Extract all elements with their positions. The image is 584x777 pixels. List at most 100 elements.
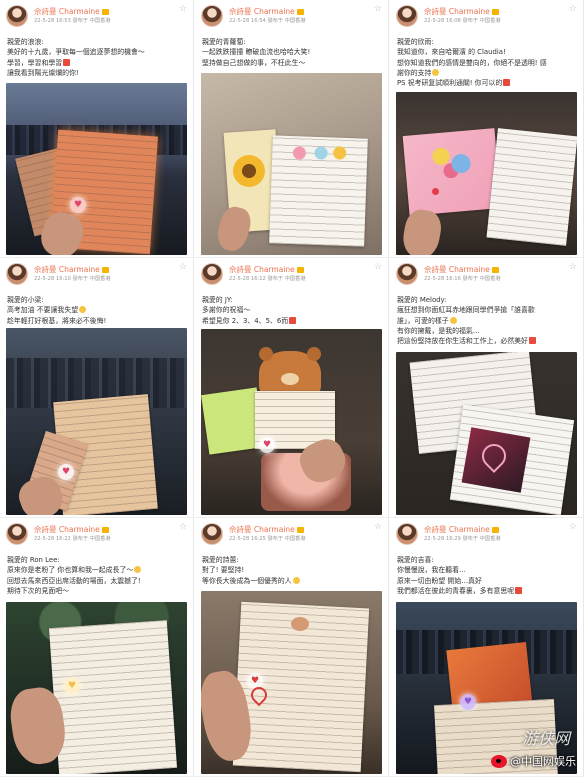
text-line: 回想去馬來西亞出席活動的場面，太震撼了! bbox=[7, 576, 141, 585]
avatar[interactable] bbox=[201, 5, 223, 27]
author-name[interactable]: 佘詩曼 Charmaine bbox=[34, 6, 109, 17]
star-icon[interactable]: ☆ bbox=[179, 4, 187, 14]
crown-icon bbox=[296, 267, 304, 273]
post-text: 親愛的吉喜: 你慢慢說，我在聽着… 原來一切由盼望 開始…真好 我們都活在彼此的… bbox=[397, 555, 577, 596]
post-meta: 22-5-28 16:10 發布于 中国香港 bbox=[34, 276, 111, 282]
text-line: 美好的十九歲，爭取每一個追逐夢想的機會～ bbox=[7, 48, 145, 57]
post-photo[interactable]: ♥ bbox=[6, 328, 187, 515]
weibo-post-4[interactable]: 佘詩曼 Charmaine 22-5-28 16:10 發布于 中国香港 ☆ 親… bbox=[0, 258, 194, 518]
post-text: 親愛的欣雨: 我知道你，來自哈爾濱 的 Claudia! 想你知道我們的感情是雙… bbox=[397, 37, 577, 88]
letter-card bbox=[48, 620, 178, 774]
text-line: PS 祝考研复試順利通關! 你可以的 bbox=[397, 78, 577, 88]
post-meta: 22-5-28 16:54 發布于 中国香港 bbox=[229, 18, 306, 24]
text-line: 多謝你的祝福～ bbox=[202, 306, 251, 315]
weibo-post-3[interactable]: 佘詩曼 Charmaine 22-5-28 16:08 發布于 中国香港 ☆ 親… bbox=[390, 0, 584, 258]
weibo-post-8[interactable]: 佘詩曼 Charmaine 22-5-28 16:25 發布于 中国香港 ☆ 親… bbox=[195, 518, 389, 777]
text-line: 親愛的欣雨: bbox=[397, 38, 434, 46]
text-line: 學習，學習和學習 bbox=[7, 58, 187, 68]
post-header: 佘詩曼 Charmaine 22-5-28 16:16 發布于 中国香港 ☆ bbox=[394, 262, 579, 292]
avatar[interactable] bbox=[6, 523, 28, 545]
text-line: 親愛的詩蕙: bbox=[202, 556, 239, 564]
weibo-logo-icon bbox=[491, 754, 507, 768]
post-text: 親愛的青蘿蔔: 一起跌跌撞撞 瞭破血流也哈哈大笑! 堅持做自己想做的事，不枉此生… bbox=[202, 37, 382, 68]
avatar[interactable] bbox=[396, 5, 418, 27]
avatar[interactable] bbox=[6, 5, 28, 27]
text-line: 有你的擁戴，是我的福氣… bbox=[397, 326, 480, 335]
author-name[interactable]: 佘詩曼 Charmaine bbox=[424, 524, 499, 535]
text-line: 期待下次的見面吧～ bbox=[7, 586, 70, 595]
text-line: 親愛的小梁: bbox=[7, 296, 44, 304]
text-line: 親愛的青蘿蔔: bbox=[202, 38, 246, 46]
star-icon[interactable]: ☆ bbox=[374, 4, 382, 14]
post-text: 親愛的 Melody: 瘋狂想到你面紅耳赤地跟同學們爭搶「誰喜歡 誰」，可愛的樣… bbox=[397, 295, 577, 346]
author-name[interactable]: 佘詩曼 Charmaine bbox=[424, 264, 499, 275]
post-photo[interactable] bbox=[201, 73, 382, 255]
text-line: 親愛的浪浪: bbox=[7, 38, 44, 46]
text-line: 謝你的支持 bbox=[397, 68, 577, 78]
post-meta: 22-5-28 16:08 發布于 中国香港 bbox=[424, 18, 501, 24]
text-line: 等你長大後成為一個優秀的人 bbox=[202, 576, 382, 586]
weibo-post-1[interactable]: 佘詩曼 Charmaine 22-5-28 16:53 發布于 中国香港 ☆ 親… bbox=[0, 0, 194, 258]
weibo-post-2[interactable]: 佘詩曼 Charmaine 22-5-28 16:54 發布于 中国香港 ☆ 親… bbox=[195, 0, 389, 258]
post-photo[interactable]: ♥ bbox=[201, 329, 382, 515]
star-icon[interactable]: ☆ bbox=[374, 522, 382, 532]
post-header: 佘詩曼 Charmaine 22-5-28 16:53 發布于 中国香港 ☆ bbox=[4, 4, 189, 34]
text-line: 我知道你，來自哈爾濱 的 Claudia! bbox=[397, 48, 506, 57]
emoji-icon bbox=[79, 306, 87, 314]
post-meta: 22-5-28 16:22 發布于 中国香港 bbox=[34, 536, 111, 542]
post-meta: 22-5-28 16:29 發布于 中国香港 bbox=[424, 536, 501, 542]
emoji-icon bbox=[515, 586, 523, 594]
text-line: 希望見你 2、3、4、5、6而 bbox=[202, 316, 382, 326]
author-name[interactable]: 佘詩曼 Charmaine bbox=[34, 264, 109, 275]
star-icon[interactable]: ☆ bbox=[374, 262, 382, 272]
post-header: 佘詩曼 Charmaine 22-5-28 16:29 發布于 中国香港 ☆ bbox=[394, 522, 579, 552]
author-name[interactable]: 佘詩曼 Charmaine bbox=[34, 524, 109, 535]
star-icon[interactable]: ☆ bbox=[179, 522, 187, 532]
post-photo[interactable]: ♥ bbox=[6, 602, 187, 774]
emoji-icon bbox=[503, 79, 511, 87]
post-photo[interactable]: ♥ bbox=[201, 591, 382, 774]
post-header: 佘詩曼 Charmaine 22-5-28 16:12 發布于 中国香港 ☆ bbox=[199, 262, 384, 292]
text-line: 高考加油 不要讓我失望 bbox=[7, 305, 187, 315]
text-line: 親愛的 Ron Lee: bbox=[7, 556, 60, 564]
text-line: 親愛的吉喜: bbox=[397, 556, 434, 564]
avatar[interactable] bbox=[201, 523, 223, 545]
hand bbox=[400, 207, 444, 255]
text-line: 誰」，可愛的樣子 bbox=[397, 316, 577, 326]
weibo-post-7[interactable]: 佘詩曼 Charmaine 22-5-28 16:22 發布于 中国香港 ☆ 親… bbox=[0, 518, 194, 777]
post-photo[interactable] bbox=[396, 92, 577, 255]
star-icon[interactable]: ☆ bbox=[569, 4, 577, 14]
text-line: 原來一切由盼望 開始…真好 bbox=[397, 576, 482, 585]
emoji-icon bbox=[292, 576, 300, 584]
avatar[interactable] bbox=[201, 263, 223, 285]
emoji-icon bbox=[289, 316, 297, 324]
letter-card bbox=[486, 128, 577, 246]
post-header: 佘詩曼 Charmaine 22-5-28 16:22 發布于 中国香港 ☆ bbox=[4, 522, 189, 552]
author-name[interactable]: 佘詩曼 Charmaine bbox=[229, 524, 304, 535]
star-icon[interactable]: ☆ bbox=[569, 262, 577, 272]
star-icon[interactable]: ☆ bbox=[179, 262, 187, 272]
author-name[interactable]: 佘詩曼 Charmaine bbox=[229, 264, 304, 275]
post-text: 親愛的 JY: 多謝你的祝福～ 希望見你 2、3、4、5、6而 bbox=[202, 295, 382, 326]
post-photo[interactable] bbox=[396, 352, 577, 515]
post-meta: 22-5-28 16:12 發布于 中国香港 bbox=[229, 276, 306, 282]
post-meta: 22-5-28 16:16 發布于 中国香港 bbox=[424, 276, 501, 282]
crown-icon bbox=[101, 9, 109, 15]
overlay-watermark: 游侠网 bbox=[521, 729, 570, 748]
avatar[interactable] bbox=[396, 523, 418, 545]
crown-icon bbox=[296, 527, 304, 533]
post-text: 親愛的浪浪: 美好的十九歲，爭取每一個追逐夢想的機會～ 學習，學習和學習 讓我看… bbox=[7, 37, 187, 78]
author-name[interactable]: 佘詩曼 Charmaine bbox=[229, 6, 304, 17]
post-text: 親愛的小梁: 高考加油 不要讓我失望 趁年輕打好根基，將來必不後悔! bbox=[7, 295, 187, 326]
text-line: 瘋狂想到你面紅耳赤地跟同學們爭搶「誰喜歡 bbox=[397, 306, 535, 315]
author-name[interactable]: 佘詩曼 Charmaine bbox=[424, 6, 499, 17]
star-icon[interactable]: ☆ bbox=[569, 522, 577, 532]
weibo-post-6[interactable]: 佘詩曼 Charmaine 22-5-28 16:16 發布于 中国香港 ☆ 親… bbox=[390, 258, 584, 518]
avatar[interactable] bbox=[396, 263, 418, 285]
emoji-icon bbox=[134, 566, 142, 574]
post-photo[interactable]: ♥ bbox=[6, 83, 187, 255]
avatar[interactable] bbox=[6, 263, 28, 285]
weibo-post-5[interactable]: 佘詩曼 Charmaine 22-5-28 16:12 發布于 中国香港 ☆ 親… bbox=[195, 258, 389, 518]
post-header: 佘詩曼 Charmaine 22-5-28 16:54 發布于 中国香港 ☆ bbox=[199, 4, 384, 34]
heart-icon: ♥ bbox=[58, 464, 74, 480]
